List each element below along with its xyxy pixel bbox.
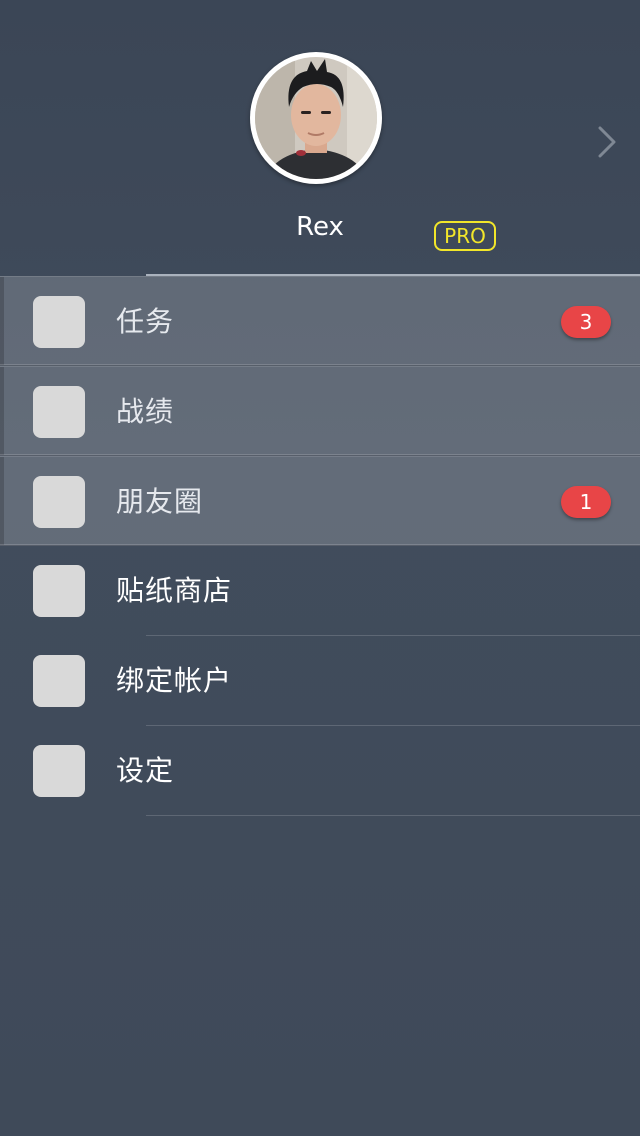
divider [146,815,640,816]
menu-item-record[interactable]: 战绩 [0,366,640,456]
notification-badge: 1 [561,486,611,518]
menu-item-label: 任务 [116,305,175,338]
menu-item-label: 战绩 [116,395,175,428]
sticker-store-icon [33,565,85,617]
bind-account-icon [33,655,85,707]
chevron-right-icon[interactable] [592,122,622,162]
tasks-icon [33,296,85,348]
side-menu: 任务 3 战绩 朋友圈 1 贴纸商店 绑定帐户 设定 [0,276,640,816]
menu-item-settings[interactable]: 设定 [0,726,640,816]
avatar[interactable] [250,52,382,184]
side-menu-screen: Rex PRO 任务 3 战绩 朋友圈 1 贴纸商店 绑定帐户 设定 [0,0,640,1136]
menu-item-label: 朋友圈 [116,485,204,518]
divider [0,544,640,545]
profile-header[interactable]: Rex PRO [0,0,640,276]
menu-item-tasks[interactable]: 任务 3 [0,276,640,366]
menu-item-label: 绑定帐户 [116,664,233,697]
moments-icon [33,476,85,528]
menu-item-label: 设定 [116,754,175,787]
divider [0,364,640,365]
settings-icon [33,745,85,797]
pro-badge: PRO [434,221,496,251]
divider [0,454,640,455]
profile-name: Rex [296,212,344,242]
notification-badge: 3 [561,306,611,338]
menu-item-sticker-store[interactable]: 贴纸商店 [0,546,640,636]
menu-item-label: 贴纸商店 [116,574,233,607]
menu-item-bind-account[interactable]: 绑定帐户 [0,636,640,726]
avatar-photo [255,57,377,179]
menu-item-moments[interactable]: 朋友圈 1 [0,456,640,546]
record-icon [33,386,85,438]
